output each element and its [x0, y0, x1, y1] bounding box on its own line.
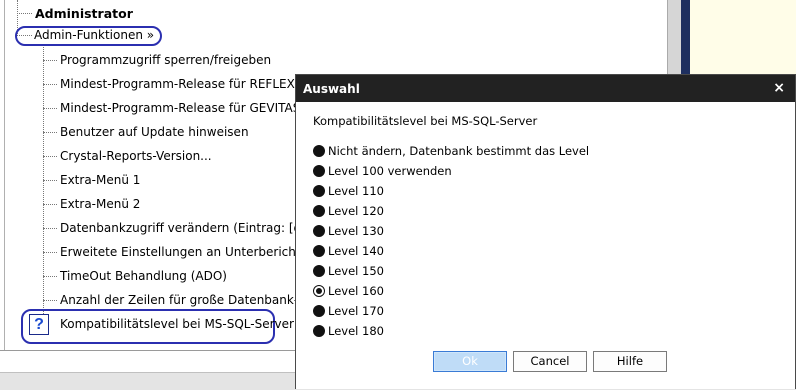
- radio-label: Level 180: [328, 324, 384, 338]
- radio-option-level-170[interactable]: Level 170: [313, 303, 384, 319]
- tree-connector: [43, 108, 57, 109]
- radio-option-level-120[interactable]: Level 120: [313, 203, 384, 219]
- radio-button[interactable]: [313, 145, 325, 157]
- tree-root-administrator[interactable]: Administrator: [35, 6, 133, 21]
- dialog-body: Kompatibilitätslevel bei MS-SQL-Server N…: [296, 102, 795, 389]
- tree-connector: [43, 156, 57, 157]
- tree-connector: [43, 252, 57, 253]
- radio-label: Nicht ändern, Datenbank bestimmt das Lev…: [328, 144, 590, 158]
- tree-connector: [43, 45, 44, 324]
- tree-connector: [43, 180, 57, 181]
- tree-panel-border: [4, 0, 5, 350]
- radio-label: Level 120: [328, 204, 384, 218]
- radio-label: Level 130: [328, 224, 384, 238]
- radio-button-selected[interactable]: [313, 285, 325, 297]
- close-icon[interactable]: ×: [773, 80, 785, 96]
- auswahl-dialog: Auswahl × Kompatibilitätslevel bei MS-SQ…: [295, 74, 796, 389]
- radio-option-level-180[interactable]: Level 180: [313, 323, 384, 339]
- radio-option-level-130[interactable]: Level 130: [313, 223, 384, 239]
- radio-label: Level 170: [328, 304, 384, 318]
- divider: [0, 350, 296, 351]
- radio-button[interactable]: [313, 245, 325, 257]
- tree-connector: [43, 204, 57, 205]
- tree-item-zeilen-abfrage[interactable]: Anzahl der Zeilen für große Datenbank-Ab…: [60, 293, 330, 307]
- radio-option-level-100[interactable]: Level 100 verwenden: [313, 163, 452, 179]
- tree-item-extra-menu-2[interactable]: Extra-Menü 2: [60, 197, 140, 211]
- help-question-icon: ?: [29, 314, 49, 335]
- tree-item-extra-menu-1[interactable]: Extra-Menü 1: [60, 173, 140, 187]
- radio-label: Level 140: [328, 244, 384, 258]
- radio-button[interactable]: [313, 165, 325, 177]
- tree-group-admin-funktionen[interactable]: Admin-Funktionen »: [34, 28, 154, 42]
- radio-option-level-150[interactable]: Level 150: [313, 263, 384, 279]
- radio-label: Level 160: [328, 284, 384, 298]
- tree-item-release-reflex[interactable]: Mindest-Programm-Release für REFLEX fest…: [60, 77, 325, 91]
- radio-button[interactable]: [313, 265, 325, 277]
- tree-item-release-gevitas[interactable]: Mindest-Programm-Release für GEVITAS-For: [60, 101, 323, 115]
- tree-item-crystal-reports[interactable]: Crystal-Reports-Version...: [60, 149, 212, 163]
- tree-connector: [43, 132, 57, 133]
- radio-button[interactable]: [313, 225, 325, 237]
- tree-connector: [17, 13, 32, 14]
- radio-option-level-140[interactable]: Level 140: [313, 243, 384, 259]
- tree-item-unterberichte[interactable]: Erweitete Einstellungen an Unterberichte…: [60, 245, 332, 259]
- tree-item-datenbankzugriff[interactable]: Datenbankzugriff verändern (Eintrag: [db…: [60, 221, 335, 235]
- help-button[interactable]: Hilfe: [593, 351, 667, 372]
- radio-button[interactable]: [313, 325, 325, 337]
- radio-option-nicht-aendern[interactable]: Nicht ändern, Datenbank bestimmt das Lev…: [313, 143, 589, 159]
- radio-label: Level 100 verwenden: [328, 164, 452, 178]
- cancel-button[interactable]: Cancel: [513, 351, 587, 372]
- tree-connector: [43, 228, 57, 229]
- radio-option-level-160[interactable]: Level 160: [313, 283, 384, 299]
- radio-option-level-110[interactable]: Level 110: [313, 183, 384, 199]
- tree-connector: [43, 60, 57, 61]
- radio-label: Level 110: [328, 184, 384, 198]
- radio-button[interactable]: [313, 305, 325, 317]
- radio-label: Level 150: [328, 264, 384, 278]
- tree-item-kompatibilitaetslevel[interactable]: Kompatibilitätslevel bei MS-SQL-Server: [60, 317, 294, 331]
- dialog-title: Auswahl: [303, 82, 360, 96]
- radio-button[interactable]: [313, 185, 325, 197]
- radio-button[interactable]: [313, 205, 325, 217]
- tree-item-timeout-ado[interactable]: TimeOut Behandlung (ADO): [60, 269, 227, 283]
- tree-connector: [43, 276, 57, 277]
- tree-item-programmzugriff[interactable]: Programmzugriff sperren/freigeben: [60, 53, 271, 67]
- ok-button[interactable]: Ok: [433, 351, 507, 372]
- dialog-label: Kompatibilitätslevel bei MS-SQL-Server: [313, 114, 538, 128]
- tree-connector: [43, 84, 57, 85]
- tree-item-update-hinweis[interactable]: Benutzer auf Update hinweisen: [60, 125, 249, 139]
- dialog-titlebar[interactable]: Auswahl ×: [296, 75, 795, 102]
- tree-connector: [43, 300, 57, 301]
